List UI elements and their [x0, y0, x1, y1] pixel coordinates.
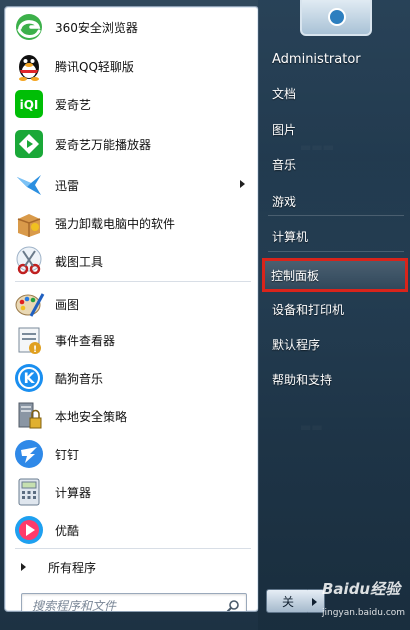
youku-icon — [13, 514, 45, 546]
search-icon[interactable] — [226, 598, 240, 611]
games-link[interactable]: 游戏 — [266, 186, 406, 216]
svg-text:K: K — [24, 371, 36, 387]
start-menu-program-pane: 360安全浏览器 腾讯QQ轻聊版 iQI 爱奇艺 爱奇艺万能播放器 迅雷 强力卸… — [4, 6, 259, 612]
baidu-watermark: Baidu经验 jingyan.baidu.com — [322, 578, 408, 628]
xunlei-bird-icon — [13, 169, 45, 201]
qq-penguin-icon — [13, 50, 45, 82]
program-item-iqiyi[interactable]: iQI 爱奇艺 — [9, 87, 255, 121]
pictures-link[interactable]: 图片 — [266, 114, 406, 144]
computer-link[interactable]: 计算机 — [266, 221, 406, 251]
user-avatar-icon — [328, 8, 346, 26]
watermark-brand: Baidu经验 — [322, 580, 401, 598]
program-item-qq[interactable]: 腾讯QQ轻聊版 — [9, 49, 255, 83]
expand-arrow-icon — [21, 563, 26, 571]
svg-text:iQI: iQI — [20, 98, 39, 112]
music-link[interactable]: 音乐 — [266, 149, 406, 179]
program-item-calculator[interactable]: 计算器 — [9, 475, 255, 509]
music-label: 音乐 — [272, 157, 297, 172]
all-programs-label: 所有程序 — [48, 560, 97, 575]
program-item-iqiyi-player[interactable]: 爱奇艺万能播放器 — [9, 127, 255, 161]
help-support-link[interactable]: 帮助和支持 — [266, 364, 406, 394]
svg-text:!: ! — [33, 345, 37, 355]
watermark-url: jingyan.baidu.com — [322, 608, 406, 618]
user-picture[interactable] — [300, 0, 372, 36]
program-label: 酷狗音乐 — [55, 371, 104, 386]
all-programs-button[interactable]: 所有程序 — [5, 553, 258, 581]
uninstall-box-icon — [13, 207, 45, 239]
program-item-dingtalk[interactable]: 钉钉 — [9, 437, 255, 471]
program-label: 爱奇艺万能播放器 — [55, 137, 152, 152]
program-label: 腾讯QQ轻聊版 — [55, 59, 134, 74]
submenu-arrow-icon — [240, 180, 245, 188]
documents-label: 文档 — [272, 86, 297, 101]
dingtalk-icon — [13, 438, 45, 470]
user-folder-link[interactable]: Administrator — [266, 44, 406, 74]
places-separator — [268, 251, 404, 252]
program-item-snipping-tool[interactable]: 截图工具 — [9, 244, 255, 278]
program-item-xunlei[interactable]: 迅雷 — [9, 168, 255, 202]
program-label: 画图 — [55, 297, 80, 312]
program-label: 钉钉 — [55, 447, 80, 462]
places-separator — [268, 215, 404, 216]
snipping-scissors-icon — [13, 245, 45, 277]
program-label: 事件查看器 — [55, 333, 116, 348]
program-label: 360安全浏览器 — [55, 20, 138, 35]
games-label: 游戏 — [272, 194, 297, 209]
program-item-paint[interactable]: 画图 — [9, 287, 255, 321]
iqiyi-icon: iQI — [13, 88, 45, 120]
security-policy-icon — [13, 400, 45, 432]
program-item-event-viewer[interactable]: ! 事件查看器 — [9, 323, 255, 357]
program-label: 计算器 — [55, 485, 92, 500]
shutdown-button[interactable]: 关 — [266, 589, 310, 613]
program-label: 截图工具 — [55, 254, 104, 269]
program-item-kugou[interactable]: K 酷狗音乐 — [9, 361, 255, 395]
calculator-icon — [13, 476, 45, 508]
computer-label: 计算机 — [272, 229, 309, 244]
help-support-label: 帮助和支持 — [272, 372, 333, 387]
devices-printers-link[interactable]: 设备和打印机 — [266, 294, 406, 324]
default-programs-link[interactable]: 默认程序 — [266, 329, 406, 359]
program-list-separator — [15, 281, 251, 282]
iqiyi-player-icon — [13, 128, 45, 160]
paint-palette-icon — [13, 288, 45, 320]
search-placeholder: 搜索程序和文件 — [32, 599, 117, 612]
event-viewer-icon: ! — [13, 324, 45, 356]
user-name-label: Administrator — [272, 51, 361, 67]
360-browser-icon — [13, 11, 45, 43]
program-item-360-browser[interactable]: 360安全浏览器 — [9, 10, 255, 44]
program-label: 本地安全策略 — [55, 409, 128, 424]
start-menu: 360安全浏览器 腾讯QQ轻聊版 iQI 爱奇艺 爱奇艺万能播放器 迅雷 强力卸… — [0, 0, 410, 630]
default-programs-label: 默认程序 — [272, 337, 321, 352]
devices-printers-label: 设备和打印机 — [272, 302, 345, 317]
program-item-uninstall[interactable]: 强力卸载电脑中的软件 — [9, 206, 255, 240]
program-list-separator — [15, 548, 251, 549]
program-item-local-security-policy[interactable]: 本地安全策略 — [9, 399, 255, 433]
kugou-k-icon: K — [13, 362, 45, 394]
program-item-youku[interactable]: 优酷 — [9, 513, 255, 547]
documents-link[interactable]: 文档 — [266, 78, 406, 108]
chevron-right-icon — [312, 598, 317, 606]
control-panel-link[interactable]: 控制面板 — [262, 258, 408, 292]
program-label: 强力卸载电脑中的软件 — [55, 216, 176, 231]
program-label: 优酷 — [55, 523, 80, 538]
shutdown-label: 关 — [281, 594, 294, 609]
program-label: 爱奇艺 — [55, 97, 92, 112]
start-menu-places-pane: Administrator 文档 图片 音乐 游戏 计算机 控制面板 设备和打印… — [258, 0, 410, 630]
program-label: 迅雷 — [55, 178, 80, 193]
search-input[interactable]: 搜索程序和文件 — [21, 593, 247, 612]
control-panel-label: 控制面板 — [271, 268, 320, 283]
pictures-label: 图片 — [272, 122, 297, 137]
